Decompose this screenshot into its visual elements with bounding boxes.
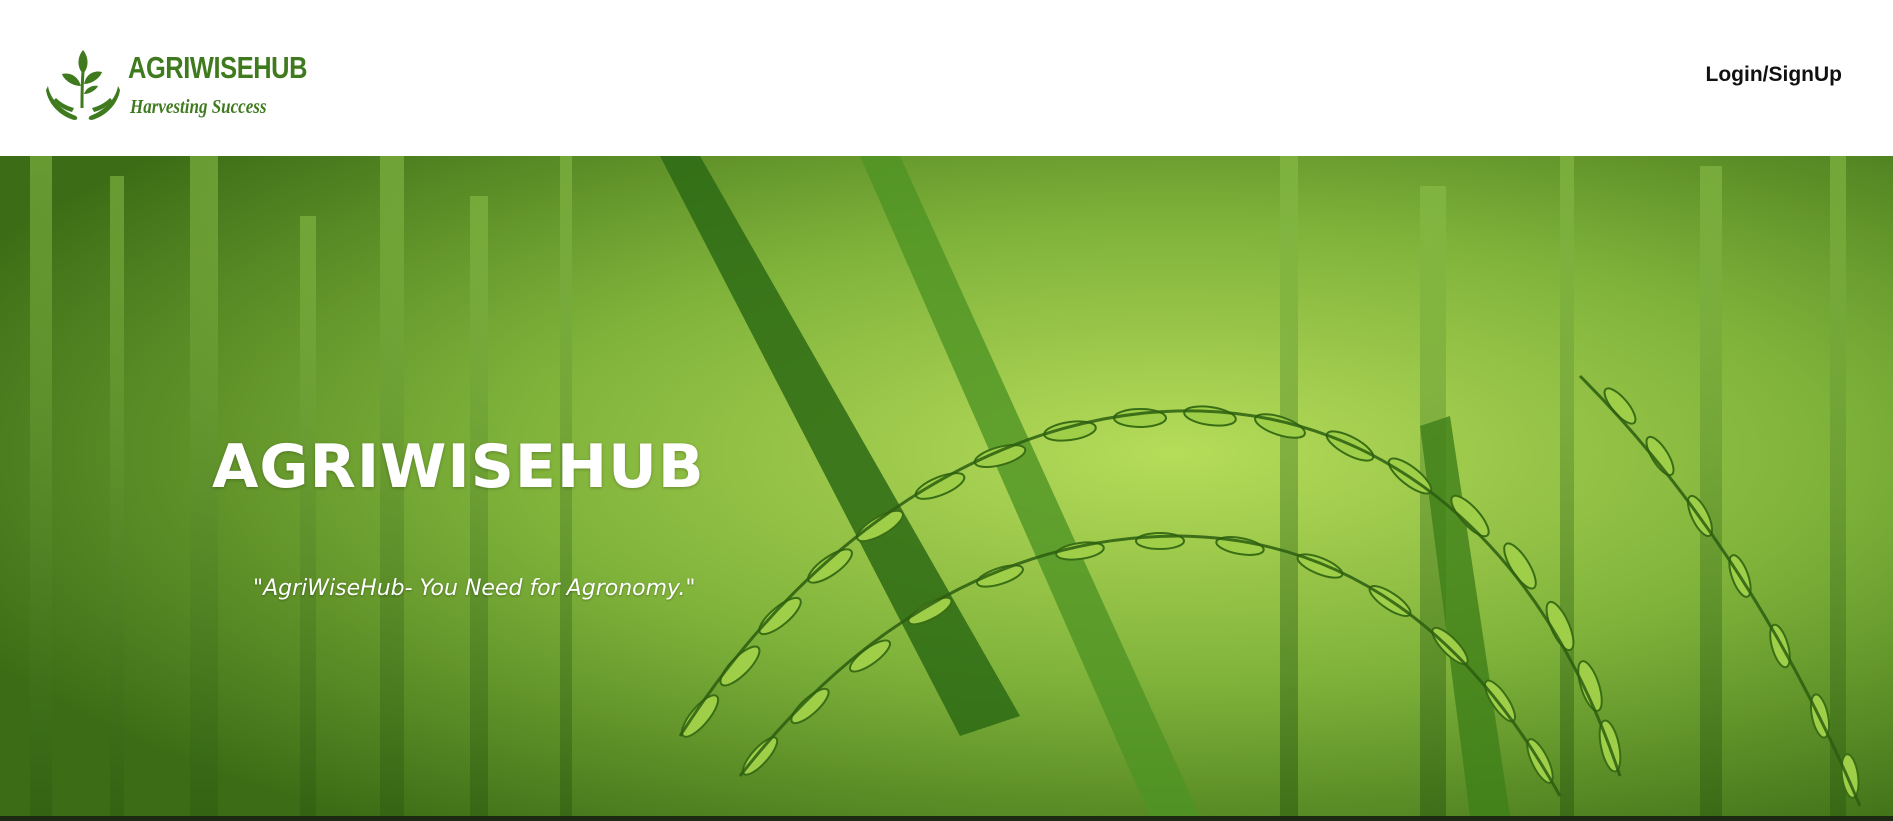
hero-title: AGRIWISEHUB: [212, 432, 705, 503]
logo-tagline: Harvesting Success: [130, 96, 267, 118]
hero-quote: "AgriWiseHub- You Need for Agronomy.": [253, 576, 696, 601]
login-signup-link[interactable]: Login/SignUp: [1706, 63, 1842, 87]
logo-name: AGRIWISEHUB: [128, 50, 308, 85]
sprout-in-hands-icon: [46, 50, 120, 120]
bottom-divider: [0, 816, 1893, 821]
hero-banner: AGRIWISEHUB "AgriWiseHub- You Need for A…: [0, 156, 1893, 816]
logo[interactable]: AGRIWISEHUB Harvesting Success: [46, 50, 307, 122]
site-header: AGRIWISEHUB Harvesting Success Login/Sig…: [0, 0, 1893, 156]
